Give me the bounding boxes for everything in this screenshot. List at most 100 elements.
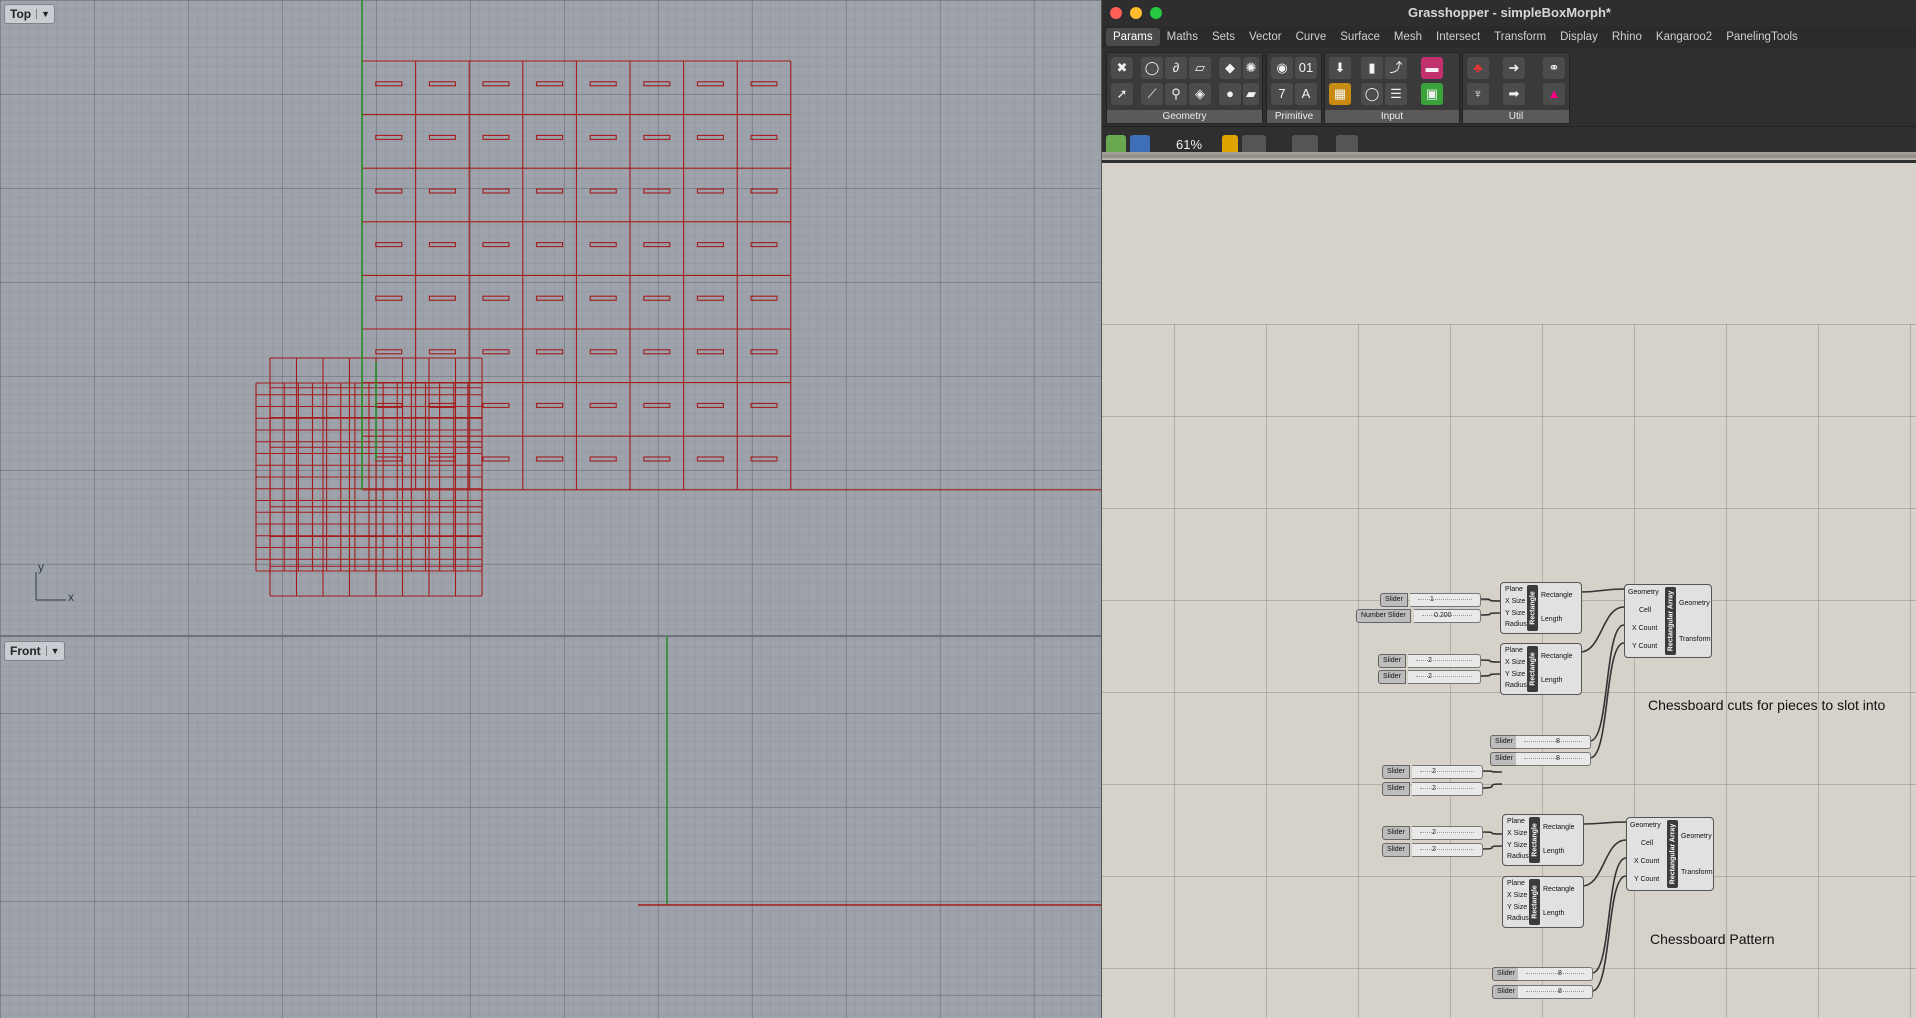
menu-sets[interactable]: Sets	[1205, 28, 1242, 46]
menu-transform[interactable]: Transform	[1487, 28, 1553, 46]
curve-param-icon[interactable]: ∂	[1165, 57, 1187, 79]
tree-icon[interactable]: ♆	[1467, 83, 1489, 105]
delete-param-icon[interactable]: ✖	[1111, 57, 1133, 79]
slider-a5[interactable]: Slider 8	[1490, 735, 1591, 749]
rectangle-component-b1[interactable]: Plane X Size Y Size Radius Rectangle Rec…	[1502, 814, 1584, 866]
geometry-rect	[536, 81, 564, 87]
wire	[1479, 612, 1501, 616]
ribbon-label-primitive[interactable]: Primitive	[1267, 110, 1321, 123]
menu-mesh[interactable]: Mesh	[1387, 28, 1429, 46]
import-icon[interactable]: ⬇	[1329, 57, 1351, 79]
grasshopper-window[interactable]: Grasshopper - simpleBoxMorph* Params Mat…	[1101, 0, 1916, 1018]
top-viewport[interactable]: Top ▼ y x	[0, 0, 1101, 637]
rectangular-array-component-b[interactable]: Geometry Cell X Count Y Count Rectangula…	[1626, 817, 1714, 891]
slider-icon[interactable]: ▮	[1361, 57, 1383, 79]
geometry-rect	[428, 81, 456, 87]
geometry-rect	[643, 188, 671, 194]
slider-b1[interactable]: Slider 2	[1382, 765, 1483, 779]
surface-param-icon[interactable]: ▱	[1189, 57, 1211, 79]
link-param-icon[interactable]: ⚲	[1165, 83, 1187, 105]
arrow-forward-icon[interactable]: ➡	[1503, 83, 1525, 105]
ribbon-label-input[interactable]: Input	[1325, 110, 1459, 123]
grasshopper-canvas[interactable]: Slider 1 Number Slider 0.200 Slider 2 Sl…	[1102, 324, 1916, 1018]
rectangular-array-component-a[interactable]: Geometry Cell X Count Y Count Rectangula…	[1624, 584, 1712, 658]
menu-params[interactable]: Params	[1106, 28, 1160, 46]
slider-a3[interactable]: Slider 2	[1378, 654, 1481, 668]
menu-display[interactable]: Display	[1553, 28, 1605, 46]
geometry-rect	[643, 134, 671, 140]
menu-panelingtools[interactable]: PanelingTools	[1719, 28, 1805, 46]
geometry-param-icon[interactable]: ▰	[1243, 83, 1259, 105]
slider-b4[interactable]: Slider 2	[1382, 843, 1483, 857]
rectangle-component-b2[interactable]: Plane X Size Y Size Radius Rectangle Rec…	[1502, 876, 1584, 928]
front-viewport[interactable]: Front ▼	[0, 637, 1101, 1018]
canvas-splitter[interactable]	[1102, 152, 1916, 160]
geometry-rect	[696, 402, 724, 408]
sphere-param-icon[interactable]: ●	[1219, 83, 1241, 105]
mesh-param-icon[interactable]: ✺	[1243, 57, 1259, 79]
slider-b3[interactable]: Slider 2	[1382, 826, 1483, 840]
geometry-rect	[750, 188, 778, 194]
arrow-right-icon[interactable]: ➜	[1503, 57, 1525, 79]
wire	[1479, 659, 1501, 663]
menu-intersect[interactable]: Intersect	[1429, 28, 1487, 46]
geometry-rect	[589, 402, 617, 408]
geometry-rect	[750, 402, 778, 408]
number-param-icon[interactable]: 7	[1271, 83, 1293, 105]
menu-kangaroo2[interactable]: Kangaroo2	[1649, 28, 1719, 46]
geometry-rect	[536, 134, 564, 140]
line-param-icon[interactable]: ⟋	[1141, 83, 1163, 105]
geometry-rect	[696, 81, 724, 87]
flask-icon[interactable]: ▲	[1543, 83, 1565, 105]
vector-param-icon[interactable]: ➚	[1111, 83, 1133, 105]
wire	[1481, 831, 1503, 835]
chevron-down-icon[interactable]: ▼	[36, 9, 54, 19]
circle-param-icon[interactable]: ◯	[1141, 57, 1163, 79]
geometry-rect	[375, 188, 403, 194]
brep-param-icon[interactable]: ◈	[1189, 83, 1211, 105]
menu-maths[interactable]: Maths	[1160, 28, 1205, 46]
wire	[1481, 770, 1503, 773]
geometry-rect	[536, 456, 564, 462]
ribbon-group-input: ⬇ ▮ ⤴ ▬ ▦ ◯ ☰ ▣ Input	[1324, 52, 1460, 124]
slider-a4[interactable]: Slider 2	[1378, 670, 1481, 684]
boolean-param-icon[interactable]: ◉	[1271, 57, 1293, 79]
top-viewport-label[interactable]: Top ▼	[4, 4, 56, 24]
geometry-rect	[482, 295, 510, 301]
chevron-down-icon[interactable]: ▼	[45, 646, 64, 656]
ribbon-label-geometry[interactable]: Geometry	[1107, 110, 1262, 123]
number-slider-a2[interactable]: Number Slider 0.200	[1356, 609, 1481, 623]
geometry-rect	[589, 81, 617, 87]
rectangle-component-a2[interactable]: Plane X Size Y Size Radius Rectangle Rec…	[1500, 643, 1582, 695]
menu-vector[interactable]: Vector	[1242, 28, 1289, 46]
graph-icon[interactable]: ⤴	[1385, 57, 1407, 79]
slider-b2[interactable]: Slider 2	[1382, 782, 1483, 796]
geometry-rect	[375, 81, 403, 87]
geometry-rect	[428, 188, 456, 194]
cherry-icon[interactable]: ♣	[1467, 57, 1489, 79]
box-param-icon[interactable]: ◆	[1219, 57, 1241, 79]
geometry-rect	[589, 349, 617, 355]
slider-a6[interactable]: Slider 8	[1490, 752, 1591, 766]
fuse-icon[interactable]: ⚭	[1543, 57, 1565, 79]
gradient-icon[interactable]: ▬	[1421, 57, 1443, 79]
slider-b6[interactable]: Slider 8	[1492, 985, 1593, 999]
list-icon[interactable]: ☰	[1385, 83, 1407, 105]
toggle-icon[interactable]: ▣	[1421, 83, 1443, 105]
slider-b5[interactable]: Slider 8	[1492, 967, 1593, 981]
text-param-icon[interactable]: A	[1295, 83, 1317, 105]
geometry-rect	[750, 456, 778, 462]
integer-param-icon[interactable]: 01	[1295, 57, 1317, 79]
geometry-rect	[643, 402, 671, 408]
menu-curve[interactable]: Curve	[1289, 28, 1334, 46]
front-viewport-label[interactable]: Front ▼	[4, 641, 65, 661]
ribbon-label-util[interactable]: Util	[1463, 110, 1569, 123]
slider-a1[interactable]: Slider 1	[1380, 593, 1481, 607]
menu-rhino[interactable]: Rhino	[1605, 28, 1649, 46]
knob-icon[interactable]: ◯	[1361, 83, 1383, 105]
geometry-rect	[428, 456, 456, 462]
geometry-rect	[428, 295, 456, 301]
menu-surface[interactable]: Surface	[1333, 28, 1387, 46]
panel-icon[interactable]: ▦	[1329, 83, 1351, 105]
rectangle-component-a1[interactable]: Plane X Size Y Size Radius Rectangle Rec…	[1500, 582, 1582, 634]
